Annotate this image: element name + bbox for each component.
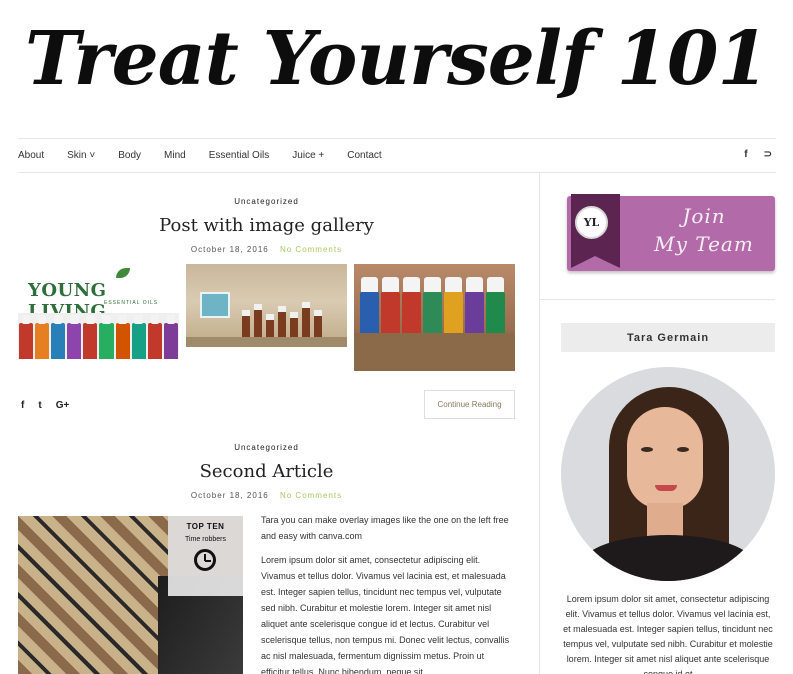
nav-item-about[interactable]: About (18, 150, 44, 161)
column-divider (539, 173, 540, 674)
author-portrait (561, 367, 775, 581)
overlay-title: TOP TEN (186, 522, 225, 531)
overlay-subtitle: Time robbers (185, 536, 226, 543)
post-share-buttons: f t G+ (21, 400, 69, 411)
google-plus-share-icon[interactable]: G+ (56, 400, 70, 411)
gallery-image-young-living[interactable]: YOUNG LIVING ESSENTIAL OILS (18, 264, 179, 359)
site-title-logo[interactable]: Treat Yourself 101 (0, 0, 793, 128)
nav-item-essential-oils[interactable]: Essential Oils (209, 150, 270, 161)
leaf-icon (116, 268, 130, 278)
post-comments-link[interactable]: No Comments (280, 245, 342, 254)
nav-item-skin[interactable]: Skin ˅ (67, 150, 95, 161)
nav-item-juice-plus[interactable]: Juice + (292, 150, 324, 161)
nav-item-mind[interactable]: Mind (164, 150, 186, 161)
post-meta: October 18, 2016 No Comments (18, 491, 515, 500)
rss-icon[interactable]: ⊃ (764, 149, 772, 160)
clock-icon (194, 549, 216, 571)
author-name-heading: Tara Germain (561, 323, 775, 352)
join-my-team-banner[interactable]: YL Join My Team (567, 194, 775, 271)
post-category[interactable]: Uncategorized (18, 443, 515, 452)
continue-reading-button[interactable]: Continue Reading (424, 390, 515, 419)
sidebar-divider (539, 299, 775, 300)
twitter-share-icon[interactable]: t (38, 400, 41, 411)
facebook-icon[interactable]: f (744, 149, 747, 160)
author-bio: Lorem ipsum dolor sit amet, consectetur … (563, 594, 773, 674)
nav-item-body[interactable]: Body (118, 150, 141, 161)
facebook-share-icon[interactable]: f (21, 400, 24, 411)
post-date: October 18, 2016 (190, 491, 269, 500)
main-navigation: About Skin ˅ Body Mind Essential Oils Ju… (18, 138, 776, 173)
post-excerpt: Tara you can make overlay images like th… (261, 512, 515, 674)
featured-image-top-ten[interactable]: TOP TEN Time robbers (18, 516, 243, 674)
oil-bottles (18, 313, 179, 359)
post-comments-link[interactable]: No Comments (280, 491, 342, 500)
nav-item-contact[interactable]: Contact (347, 150, 381, 161)
post-meta: October 18, 2016 No Comments (18, 245, 515, 254)
post-title[interactable]: Second Article (18, 461, 515, 482)
young-living-logo-subtitle: ESSENTIAL OILS (104, 300, 159, 306)
post-category[interactable]: Uncategorized (18, 197, 515, 206)
excerpt-intro: Tara you can make overlay images like th… (261, 515, 509, 541)
yl-badge-icon: YL (575, 206, 608, 239)
header-social-links: f ⊃ (744, 149, 772, 160)
post-title[interactable]: Post with image gallery (18, 215, 515, 236)
gallery-image-oil-bottles[interactable] (354, 264, 515, 371)
join-banner-text: Join My Team (654, 204, 754, 256)
post-date: October 18, 2016 (190, 245, 269, 254)
excerpt-body: Lorem ipsum dolor sit amet, consectetur … (261, 555, 510, 674)
gallery-image-oil-kit[interactable] (186, 264, 347, 347)
